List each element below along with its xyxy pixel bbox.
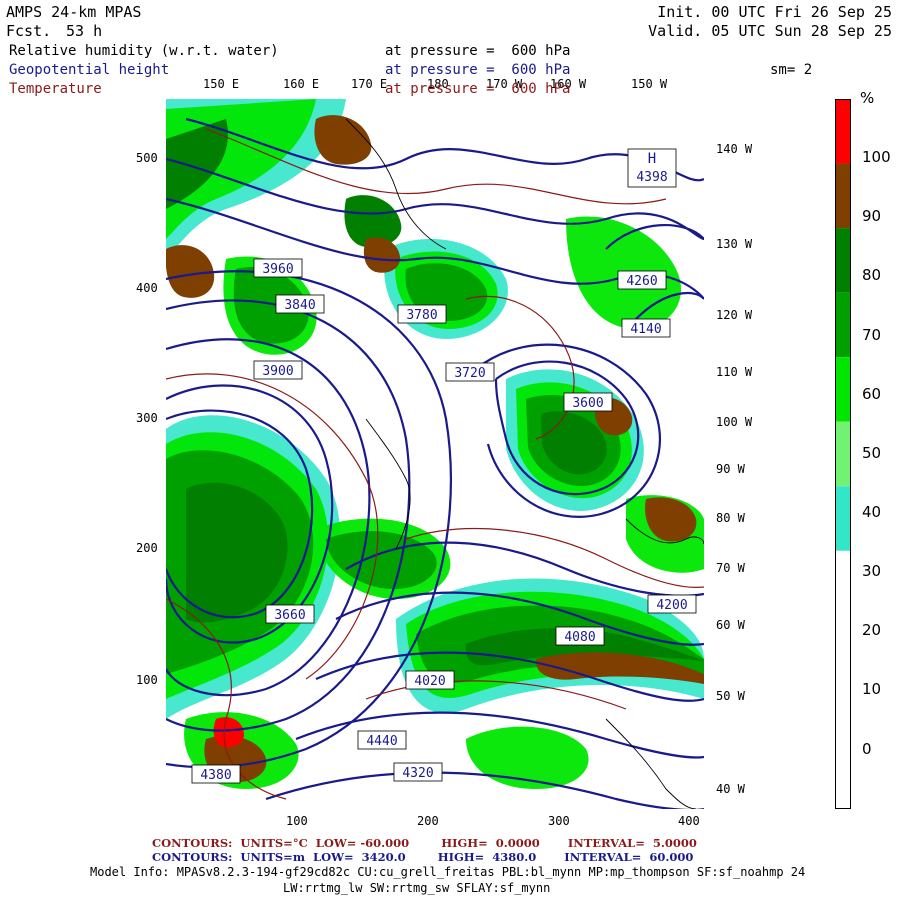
legend-swatch: [835, 357, 851, 422]
legend-label: 90: [862, 207, 882, 225]
right-lon-label: 70 W: [716, 561, 745, 575]
svg-text:3840: 3840: [284, 298, 315, 313]
var-rh-level: at pressure = 600 hPa: [385, 43, 571, 59]
forecast-hours: 53 h: [66, 22, 103, 40]
legend-label: 40: [862, 503, 882, 521]
svg-text:3960: 3960: [262, 262, 293, 277]
var-height-name: Geopotential height: [9, 62, 170, 78]
top-lon-label: 160 E: [283, 77, 320, 91]
x-tick-label: 300: [548, 814, 570, 828]
svg-text:4140: 4140: [630, 322, 661, 337]
y-tick-label: 300: [136, 411, 158, 425]
svg-text:3720: 3720: [454, 366, 485, 381]
svg-text:3660: 3660: [274, 608, 305, 623]
contour-label: 4020: [405, 670, 455, 690]
x-tick-label: 400: [678, 814, 700, 828]
svg-text:4080: 4080: [564, 630, 595, 645]
y-tick-label: 400: [136, 281, 158, 295]
temperature-contour-info: CONTOURS: UNITS=°C LOW= -60.000 HIGH= 0.…: [152, 836, 697, 850]
legend-swatch: [835, 163, 851, 229]
svg-text:4020: 4020: [414, 674, 445, 689]
top-lon-label: 150 W: [631, 77, 668, 91]
svg-text:3780: 3780: [406, 308, 437, 323]
contour-label: 3840: [275, 294, 325, 314]
contour-label: 3720: [445, 362, 495, 382]
contour-label: 4260: [617, 270, 667, 290]
init-time: Init. 00 UTC Fri 26 Sep 25: [657, 3, 892, 21]
contour-label: 3660: [265, 604, 315, 624]
var-temp-name: Temperature: [9, 81, 102, 97]
svg-text:4380: 4380: [200, 768, 231, 783]
legend-label: 20: [862, 621, 882, 639]
svg-text:4320: 4320: [402, 766, 433, 781]
contour-label: 4320: [393, 762, 443, 782]
legend-swatch: [835, 486, 851, 551]
right-lon-label: 80 W: [716, 511, 745, 525]
weather-map: H 4398 4260 4140 4080 4020 3960 3900 3840…: [166, 99, 704, 809]
svg-text:4398: 4398: [636, 170, 667, 185]
y-tick-label: 200: [136, 541, 158, 555]
height-contour-info: CONTOURS: UNITS=m LOW= 3420.0 HIGH= 4380…: [152, 850, 694, 864]
legend-label: 60: [862, 385, 882, 403]
legend-label: 0: [862, 740, 872, 758]
var-rh-name: Relative humidity (w.r.t. water): [9, 43, 279, 59]
legend-label: 30: [862, 562, 882, 580]
contour-label: 3600: [563, 392, 613, 412]
legend-unit: %: [860, 89, 875, 107]
right-lon-label: 100 W: [716, 415, 753, 429]
top-lon-label: 150 E: [203, 77, 240, 91]
legend-label: 50: [862, 444, 882, 462]
contour-label: 4380: [191, 764, 241, 784]
legend-swatch: [835, 550, 851, 616]
contour-label: 4080: [555, 626, 605, 646]
x-tick-label: 100: [286, 814, 308, 828]
x-tick-label: 200: [417, 814, 439, 828]
right-lon-label: 110 W: [716, 365, 753, 379]
color-legend-bar: [835, 99, 851, 809]
svg-text:3600: 3600: [572, 396, 603, 411]
svg-text:4440: 4440: [366, 734, 397, 749]
right-lon-label: 120 W: [716, 308, 753, 322]
contour-label: 3900: [253, 360, 303, 380]
right-lon-label: 50 W: [716, 689, 745, 703]
contour-label: 3780: [397, 304, 447, 324]
legend-swatch: [835, 292, 851, 358]
y-tick-label: 100: [136, 673, 158, 687]
contour-label: 4440: [357, 730, 407, 750]
svg-text:4260: 4260: [626, 274, 657, 289]
legend-label: 70: [862, 326, 882, 344]
legend-label: 100: [862, 148, 891, 166]
legend-swatch: [835, 744, 851, 809]
contour-label: 3960: [253, 258, 303, 278]
smoothing-label: sm= 2: [770, 62, 813, 78]
contour-label: 4140: [621, 318, 671, 338]
contour-label: 4200: [647, 594, 697, 614]
right-lon-label: 140 W: [716, 142, 753, 156]
right-lon-label: 40 W: [716, 782, 745, 796]
legend-swatch: [835, 615, 851, 680]
legend-swatch: [835, 421, 851, 487]
right-lon-label: 60 W: [716, 618, 745, 632]
valid-time: Valid. 05 UTC Sun 28 Sep 25: [648, 22, 892, 40]
model-info-line2: LW:rrtmg_lw SW:rrtmg_sw SFLAY:sf_mynn: [283, 881, 551, 895]
svg-text:4200: 4200: [656, 598, 687, 613]
var-height-level: at pressure = 600 hPa: [385, 62, 571, 78]
forecast-label: Fcst.: [6, 22, 52, 40]
svg-text:H: H: [648, 151, 656, 167]
y-tick-label: 500: [136, 151, 158, 165]
legend-swatch: [835, 679, 851, 745]
legend-swatch: [835, 228, 851, 293]
model-title: AMPS 24-km MPAS: [6, 3, 142, 21]
right-lon-label: 90 W: [716, 462, 745, 476]
legend-swatch: [835, 99, 851, 164]
svg-text:3900: 3900: [262, 364, 293, 379]
right-lon-label: 130 W: [716, 237, 753, 251]
top-lon-label: 170 E: [351, 77, 388, 91]
legend-label: 80: [862, 266, 882, 284]
var-temp-level: at pressure = 600 hPa: [385, 81, 571, 97]
model-info: Model Info: MPASv8.2.3-194-gf29cd82c CU:…: [90, 865, 806, 879]
legend-label: 10: [862, 680, 882, 698]
contour-label: H 4398: [627, 148, 677, 188]
